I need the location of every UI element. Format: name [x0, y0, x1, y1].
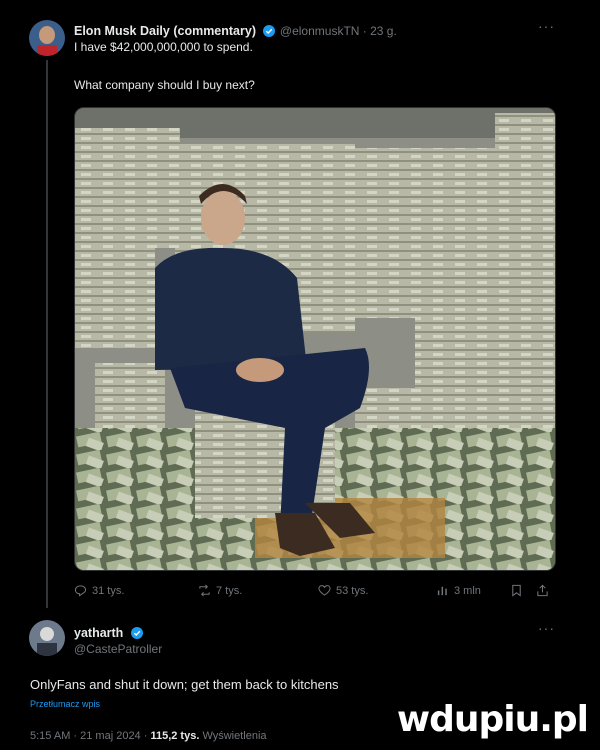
site-watermark: wdupiu.pl: [396, 699, 589, 740]
reply-meta: 5:15 AM · 21 maj 2024 · 115,2 tys. Wyświ…: [30, 730, 267, 742]
views-button[interactable]: 3 mln: [436, 584, 481, 597]
views-icon: [437, 586, 447, 596]
like-count: 53 tys.: [336, 584, 369, 597]
reply-views-count: 115,2 tys.: [150, 730, 200, 742]
like-button[interactable]: 53 tys.: [318, 584, 368, 597]
reply-views-label: Wyświetlenia: [199, 730, 267, 742]
thread-line: [46, 60, 48, 608]
reply-author-avatar[interactable]: [29, 620, 65, 656]
share-icon: [537, 584, 548, 597]
reply-text: OnlyFans and shut it down; get them back…: [30, 677, 339, 692]
author-handle[interactable]: @elonmuskTN · 23 g.: [280, 24, 397, 38]
reply-timestamp[interactable]: 5:15 AM · 21 maj 2024 ·: [30, 730, 150, 742]
translate-link[interactable]: Przetłumacz wpis: [30, 699, 100, 709]
reply-icon: [74, 585, 87, 597]
more-icon[interactable]: ···: [538, 18, 555, 34]
views-count: 3 mln: [454, 584, 481, 597]
verified-icon: [263, 24, 276, 37]
like-icon: [318, 585, 331, 596]
reply-more-icon[interactable]: ···: [538, 620, 555, 636]
bookmark-button[interactable]: [510, 584, 523, 597]
author-name[interactable]: Elon Musk Daily (commentary): [74, 24, 256, 38]
share-button[interactable]: [536, 584, 549, 597]
verified-icon: [130, 626, 143, 639]
reply-author-name[interactable]: yatharth: [74, 626, 123, 640]
repost-button[interactable]: 7 tys.: [198, 584, 242, 597]
tweet-image[interactable]: [74, 107, 556, 571]
tweet-text-line-2: What company should I buy next?: [74, 78, 255, 92]
reply-header: yatharth: [74, 624, 143, 642]
tweet-text-line-1: I have $42,000,000,000 to spend.: [74, 40, 253, 54]
repost-count: 7 tys.: [216, 584, 243, 597]
reply-button[interactable]: 31 tys.: [74, 584, 124, 597]
tweet-header: Elon Musk Daily (commentary) @elonmuskTN…: [74, 22, 397, 40]
author-avatar[interactable]: [29, 20, 65, 56]
reply-count: 31 tys.: [92, 584, 125, 597]
bookmark-icon: [512, 584, 521, 597]
repost-icon: [199, 584, 210, 597]
reply-author-handle[interactable]: @CastePatroller: [74, 642, 162, 656]
tweet-actions: 31 tys. 7 tys. 53 tys. 3 mln: [74, 584, 554, 600]
